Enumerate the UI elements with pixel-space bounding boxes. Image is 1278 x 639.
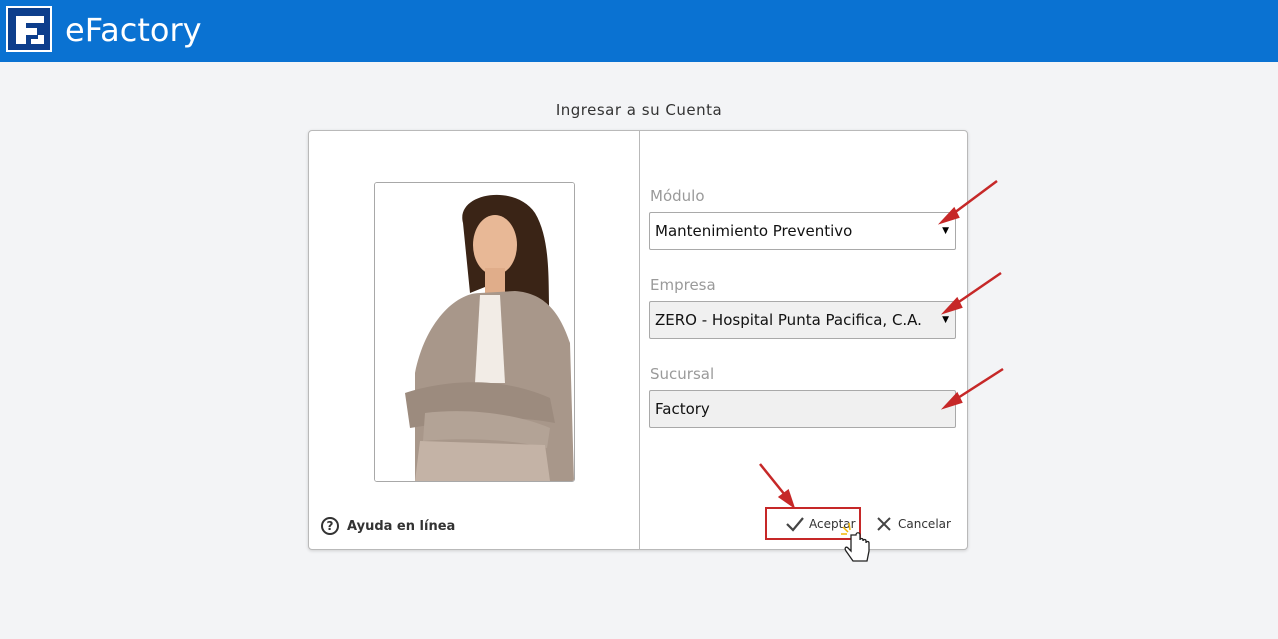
help-label: Ayuda en línea bbox=[347, 518, 456, 534]
login-title: Ingresar a su Cuenta bbox=[555, 101, 723, 119]
hand-cursor-icon bbox=[841, 522, 870, 562]
accept-annotation-arrow bbox=[759, 463, 796, 510]
modulo-label: Módulo bbox=[650, 187, 705, 205]
top-bar: eFactory bbox=[0, 0, 1278, 62]
cancel-label: Cancelar bbox=[898, 517, 951, 531]
modulo-value: Mantenimiento Preventivo bbox=[655, 222, 853, 240]
help-link[interactable]: ? Ayuda en línea bbox=[321, 515, 455, 537]
login-card: ? Ayuda en línea Módulo Mantenimiento Pr… bbox=[308, 130, 968, 562]
empresa-value: ZERO - Hospital Punta Pacifica, C.A. bbox=[655, 311, 922, 329]
check-icon bbox=[786, 517, 804, 532]
efactory-logo-icon bbox=[6, 6, 52, 52]
help-icon: ? bbox=[321, 517, 339, 535]
close-icon bbox=[877, 517, 891, 531]
user-photo bbox=[374, 182, 575, 482]
empresa-label: Empresa bbox=[650, 276, 716, 294]
card-divider bbox=[639, 131, 640, 549]
cancel-button[interactable]: Cancelar bbox=[876, 513, 951, 535]
sucursal-value: Factory bbox=[655, 400, 710, 418]
sucursal-label: Sucursal bbox=[650, 365, 715, 383]
sucursal-field[interactable]: Factory bbox=[649, 390, 956, 428]
modulo-select[interactable]: Mantenimiento Preventivo ▼ bbox=[649, 212, 956, 250]
empresa-select[interactable]: ZERO - Hospital Punta Pacifica, C.A. ▼ bbox=[649, 301, 956, 339]
annotation-arrows bbox=[937, 179, 1004, 410]
app-title: eFactory bbox=[65, 11, 202, 49]
